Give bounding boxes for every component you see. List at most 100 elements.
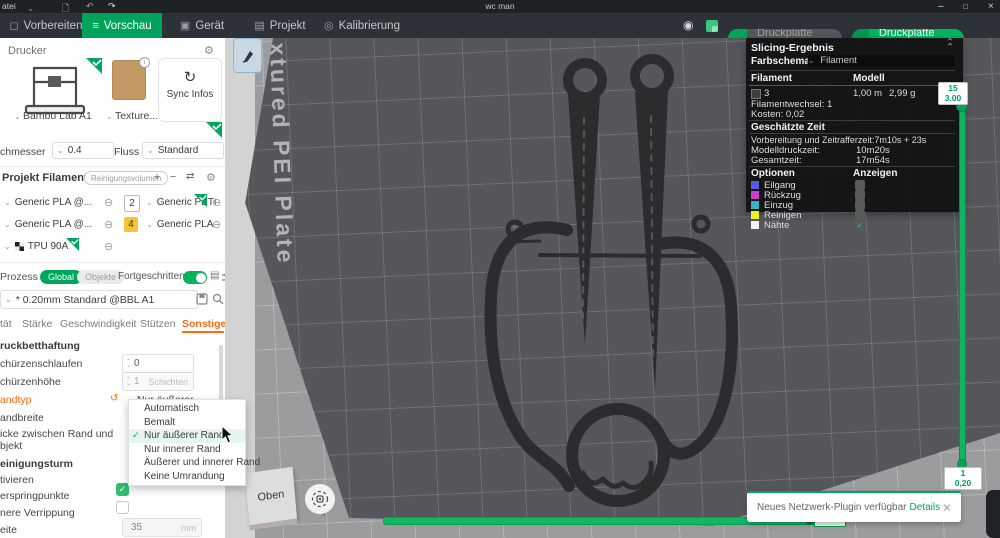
plate-select-chevron-icon[interactable]: ⌄	[106, 112, 115, 121]
chevron-down-icon: ⌄	[4, 197, 11, 207]
sync-infos-button[interactable]: ↻ Sync Infos	[158, 58, 222, 122]
remove-slot-icon[interactable]: ⊖	[212, 196, 221, 209]
tab-staerke[interactable]: Stärke	[22, 318, 52, 330]
orbit-camera-button[interactable]	[305, 484, 335, 514]
skip-points-label: erspringpunkte	[0, 490, 70, 502]
layer-slider[interactable]	[959, 104, 966, 468]
adhesion-header: ruckbetthaftung	[0, 340, 80, 352]
tab-vorbereiten[interactable]: ◻ Vorbereiten	[10, 13, 83, 38]
remove-slot-icon[interactable]: ⊖	[104, 196, 113, 209]
plate-info-icon[interactable]: i	[139, 57, 150, 68]
filament-slot-3[interactable]: ⌄ Generic PLA @...	[0, 216, 108, 232]
tab-vorschau[interactable]: ≡ Vorschau	[82, 13, 162, 38]
toast-details-link[interactable]: Details	[910, 502, 941, 513]
tune-icon[interactable]	[222, 272, 226, 283]
tab-stuetzen[interactable]: Stützen	[140, 318, 176, 330]
window-titlebar: atei ⌄ 🗋 ↶ ↷ wc man – □ ×	[0, 0, 1000, 13]
layer-slider-bottom-value: 1 0,20	[944, 467, 982, 490]
inner-ribs-label: nere Verrippung	[0, 507, 75, 519]
slicing-result-panel: Slicing-Ergebnis ⌃ ⌃ Farbschema ⌄ Filamen…	[746, 38, 963, 231]
inner-ribs-checkbox[interactable]	[116, 501, 129, 514]
option-checkbox[interactable]	[855, 190, 865, 200]
color-scheme-select[interactable]: ⌄ Filament	[808, 55, 954, 67]
printer-settings-gear-icon[interactable]: ⚙	[204, 44, 214, 57]
close-button[interactable]: ×	[988, 1, 994, 12]
search-preset-icon[interactable]	[212, 293, 224, 305]
flow-label: Fluss	[114, 146, 140, 158]
tab-projekt[interactable]: ▤ Projekt	[248, 13, 312, 38]
filament-badge-4[interactable]: 4	[124, 217, 138, 232]
option-swatch	[751, 181, 759, 189]
reset-value-icon[interactable]: ↺	[110, 393, 118, 404]
calibration-icon: ◎	[324, 20, 334, 32]
plate-grid-icon[interactable]	[706, 20, 718, 32]
col-optionen: Optionen	[751, 168, 795, 179]
option-checkbox[interactable]	[855, 180, 865, 190]
tab-qualitaet[interactable]: tät	[0, 318, 12, 330]
option-checkbox[interactable]	[855, 200, 865, 210]
remove-slot-icon[interactable]: ⊖	[104, 218, 113, 231]
option-checkbox[interactable]: ✓	[855, 220, 865, 230]
filament-settings-gear-icon[interactable]: ⚙	[206, 171, 216, 184]
total-time-label: Gesamtzeit:	[751, 155, 802, 166]
chevron-down-icon: ⌄	[57, 146, 64, 155]
add-filament-button[interactable]: +	[154, 171, 160, 183]
col-filament: Filament	[751, 73, 793, 84]
estimated-time-header: Geschätzte Zeit	[751, 122, 825, 133]
mouse-cursor	[221, 426, 234, 444]
app-window: atei ⌄ 🗋 ↶ ↷ wc man – □ × ◻ Vorbereiten …	[0, 0, 1000, 538]
tab-sonstige[interactable]: Sonstige	[182, 318, 225, 330]
process-mode-global[interactable]: Global	[40, 270, 83, 284]
tower-width-input[interactable]: 35 mm	[122, 518, 202, 537]
save-preset-icon[interactable]	[196, 293, 208, 305]
menu-item-nur-innerer-rand[interactable]: Nur innerer Rand	[129, 443, 245, 457]
printer-section-header: Drucker	[8, 45, 47, 57]
layers-icon: ≡	[92, 19, 99, 32]
filament-slot-1[interactable]: ⌄ Generic PLA @...	[0, 194, 108, 210]
remove-filament-button[interactable]: −	[170, 171, 176, 183]
brim-width-label: andbreite	[0, 412, 44, 424]
chevron-down-icon: ⌄	[4, 219, 11, 229]
remove-slot-icon[interactable]: ⊖	[212, 218, 221, 231]
filament-id: 3	[764, 88, 770, 99]
tower-width-label: eite	[0, 524, 17, 536]
filament-slot-4[interactable]: ⌄Generic PLA @...	[142, 216, 216, 232]
nozzle-diameter-select[interactable]: ⌄ 0.4	[52, 142, 114, 159]
process-mode-objects[interactable]: Objekte	[77, 270, 125, 284]
collapse-panel-icon[interactable]: ⌃ ⌃	[946, 38, 954, 53]
skirt-loops-input[interactable]: ⌃ ⌄ 0	[122, 354, 194, 373]
tab-geraet[interactable]: ▣ Gerät	[170, 13, 234, 38]
slicing-result-title: Slicing-Ergebnis	[751, 42, 834, 54]
filament-sync-icon[interactable]: ⇄	[186, 171, 194, 182]
toast-close-icon[interactable]: ✕	[942, 501, 952, 515]
assembly-tool-button[interactable]	[233, 38, 262, 73]
printer-name[interactable]: Bambu Lab A1	[23, 110, 92, 122]
menu-item-aeusserer-und-innerer-rand[interactable]: Äußerer und innerer Rand	[129, 456, 260, 470]
model-preview[interactable]	[455, 48, 755, 523]
filament-badge-2[interactable]: 2	[124, 195, 140, 212]
collapsed-panel-handle[interactable]	[986, 490, 1000, 538]
plate-name[interactable]: Texture...	[115, 110, 158, 122]
turntable-icon[interactable]: ◉	[683, 18, 693, 32]
prime-enable-label: tivieren	[0, 474, 34, 486]
minimize-button[interactable]: –	[938, 1, 944, 12]
chevron-down-icon: ⌄	[5, 295, 12, 304]
printer-synced-badge	[86, 58, 102, 74]
remove-slot-icon[interactable]: ⊖	[104, 240, 113, 253]
process-preset-select[interactable]: ⌄ * 0.20mm Standard @BBL A1	[0, 290, 198, 309]
orientation-cube[interactable]: Oben	[244, 466, 298, 526]
brim-type-label: andtyp	[0, 394, 32, 406]
printer-select-chevron-icon[interactable]: ⌄	[14, 112, 23, 121]
menu-item-keine-umrandung[interactable]: Keine Umrandung	[129, 470, 245, 484]
tab-kalibrierung[interactable]: ◎ Kalibrierung	[318, 13, 406, 38]
process-list-icon[interactable]: ▤	[210, 270, 219, 281]
skirt-height-input[interactable]: ⌃ ⌄ 1 Schichten	[122, 372, 194, 391]
advanced-toggle[interactable]	[183, 271, 207, 284]
toast-text: Neues Netzwerk-Plugin verfügbar	[757, 502, 907, 513]
flow-select[interactable]: ⌄ Standard	[142, 142, 224, 159]
total-time-value: 17m54s	[856, 155, 890, 166]
tab-geschwindigkeit[interactable]: Geschwindigkeit	[60, 318, 136, 330]
maximize-button[interactable]: □	[963, 2, 968, 11]
option-checkbox[interactable]	[855, 210, 865, 220]
menu-item-automatisch[interactable]: Automatisch	[129, 402, 245, 416]
